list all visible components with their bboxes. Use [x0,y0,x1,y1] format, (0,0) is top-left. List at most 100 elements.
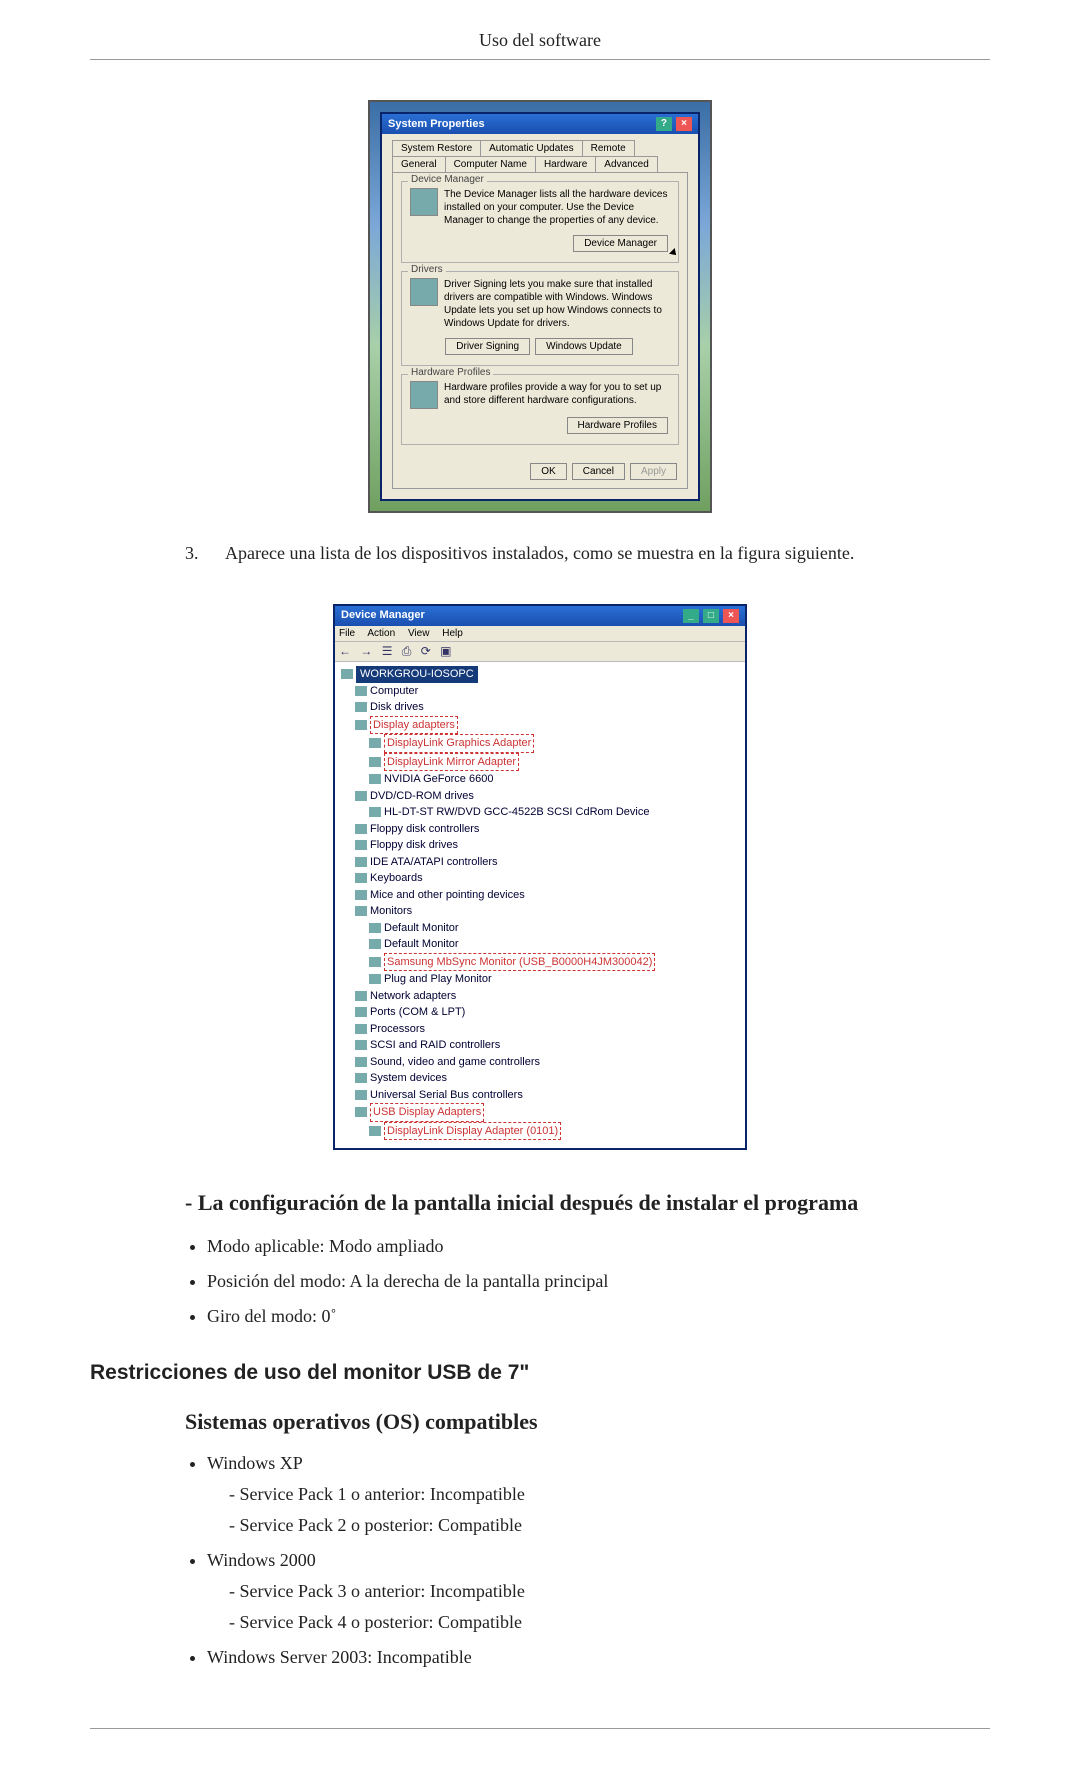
kbd-icon [355,873,367,883]
tab-auto-updates[interactable]: Automatic Updates [480,140,583,156]
node-sound[interactable]: Sound, video and game controllers [370,1056,540,1068]
adapter-icon [369,757,381,767]
node-dl-graphics[interactable]: DisplayLink Graphics Adapter [384,734,534,753]
tab-computer-name[interactable]: Computer Name [445,156,536,172]
node-cpu[interactable]: Processors [370,1023,425,1035]
tree-root[interactable]: WORKGROU-IOSOPC [356,666,478,683]
device-manager-button[interactable]: Device Manager [573,235,668,252]
help-icon[interactable]: ? [656,117,672,131]
scan-icon[interactable]: ▣ [440,644,451,658]
titlebar-buttons: ? × [655,117,692,131]
config-item-2: Posición del modo: A la derecha de la pa… [207,1271,970,1292]
usbda-icon [355,1107,367,1117]
node-nic[interactable]: Network adapters [370,990,456,1002]
hw-profiles-text: Hardware profiles provide a way for you … [444,381,670,407]
cancel-button[interactable]: Cancel [572,463,625,480]
scsi-icon [355,1040,367,1050]
node-sys[interactable]: System devices [370,1072,447,1084]
node-dl-mirror[interactable]: DisplayLink Mirror Adapter [384,753,519,772]
node-keyboards[interactable]: Keyboards [370,872,423,884]
tab-remote[interactable]: Remote [582,140,635,156]
sys-icon [355,1073,367,1083]
adapter-icon [369,774,381,784]
node-fdd[interactable]: Floppy disk drives [370,839,458,851]
node-disk-drives[interactable]: Disk drives [370,701,424,713]
node-ide[interactable]: IDE ATA/ATAPI controllers [370,856,498,868]
hardware-profiles-button[interactable]: Hardware Profiles [567,417,668,434]
node-mon-pnp[interactable]: Plug and Play Monitor [384,973,492,985]
computer-root-icon [341,669,353,679]
node-scsi[interactable]: SCSI and RAID controllers [370,1039,500,1051]
close-icon[interactable]: × [723,609,739,623]
screenshot-device-manager: Device Manager _ □ × File Action View He… [333,604,747,1150]
node-display-adapters[interactable]: Display adapters [370,716,458,735]
node-dvd-item[interactable]: HL-DT-ST RW/DVD GCC-4522B SCSI CdRom Dev… [384,806,650,818]
fdd-icon [355,840,367,850]
back-icon[interactable]: ← [339,644,351,658]
tab-advanced[interactable]: Advanced [595,156,657,172]
node-mon-samsung[interactable]: Samsung MbSync Monitor (USB_B0000H4JM300… [384,953,655,972]
maximize-icon[interactable]: □ [703,609,719,623]
dialog-title: System Properties [388,118,485,130]
tree-icon[interactable]: ☰ [382,644,393,658]
node-mice[interactable]: Mice and other pointing devices [370,889,525,901]
page-header: Uso del software [90,30,990,55]
display-icon [355,720,367,730]
monitor-icon [369,923,381,933]
step-text: Aparece una lista de los dispositivos in… [225,543,854,564]
menu-file[interactable]: File [339,628,355,639]
tab-hardware[interactable]: Hardware [535,156,596,172]
menu-view[interactable]: View [408,628,430,639]
node-computer[interactable]: Computer [370,685,418,697]
os-xp-sp2: - Service Pack 2 o posterior: Compatible [229,1515,970,1536]
monitor-icon [369,974,381,984]
forward-icon[interactable]: → [360,644,372,658]
config-item-3: Giro del modo: 0˚ [207,1306,970,1327]
sound-icon [355,1057,367,1067]
computer-icon [355,686,367,696]
restrictions-heading: Restricciones de uso del monitor USB de … [90,1361,990,1385]
menu-action[interactable]: Action [367,628,395,639]
group-title-device-manager: Device Manager [408,174,487,185]
mouse-icon [355,890,367,900]
ok-button[interactable]: OK [530,463,566,480]
step-number: 3. [185,543,205,564]
refresh-icon[interactable]: ⟳ [421,644,431,658]
os-list: Windows XP - Service Pack 1 o anterior: … [185,1453,970,1668]
print-icon[interactable]: ⎙ [402,644,412,658]
node-fdc[interactable]: Floppy disk controllers [370,823,479,835]
group-title-drivers: Drivers [408,264,446,275]
fdc-icon [355,824,367,834]
monitor-icon [355,906,367,916]
adapter-icon [369,738,381,748]
os-xp: Windows XP - Service Pack 1 o anterior: … [207,1453,970,1536]
tab-system-restore[interactable]: System Restore [392,140,481,156]
node-usb[interactable]: Universal Serial Bus controllers [370,1089,523,1101]
dm-menu-bar: File Action View Help [335,626,745,642]
driver-signing-button[interactable]: Driver Signing [445,338,530,355]
windows-update-button[interactable]: Windows Update [535,338,633,355]
node-usb-display-adapters[interactable]: USB Display Adapters [370,1103,484,1122]
config-heading: - La configuración de la pantalla inicia… [185,1190,970,1216]
cpu-icon [355,1024,367,1034]
group-title-hw-profiles: Hardware Profiles [408,367,493,378]
os-2000-label: Windows 2000 [207,1550,316,1570]
node-usb-display-item[interactable]: DisplayLink Display Adapter (0101) [384,1122,561,1141]
tab-general[interactable]: General [392,156,446,172]
node-dvd[interactable]: DVD/CD-ROM drives [370,790,474,802]
node-mon-2[interactable]: Default Monitor [384,938,459,950]
node-mon-1[interactable]: Default Monitor [384,922,459,934]
monitor-icon [369,957,381,967]
disk-icon [355,702,367,712]
minimize-icon[interactable]: _ [683,609,699,623]
node-nvidia[interactable]: NVIDIA GeForce 6600 [384,773,493,785]
node-monitors[interactable]: Monitors [370,905,412,917]
footer-rule [90,1728,990,1729]
dm-toolbar: ← → ☰ ⎙ ⟳ ▣ [335,642,745,662]
menu-help[interactable]: Help [442,628,463,639]
cdrom-icon [369,807,381,817]
close-icon[interactable]: × [676,117,692,131]
node-ports[interactable]: Ports (COM & LPT) [370,1006,465,1018]
device-manager-icon [410,188,438,216]
config-item-1: Modo aplicable: Modo ampliado [207,1236,970,1257]
